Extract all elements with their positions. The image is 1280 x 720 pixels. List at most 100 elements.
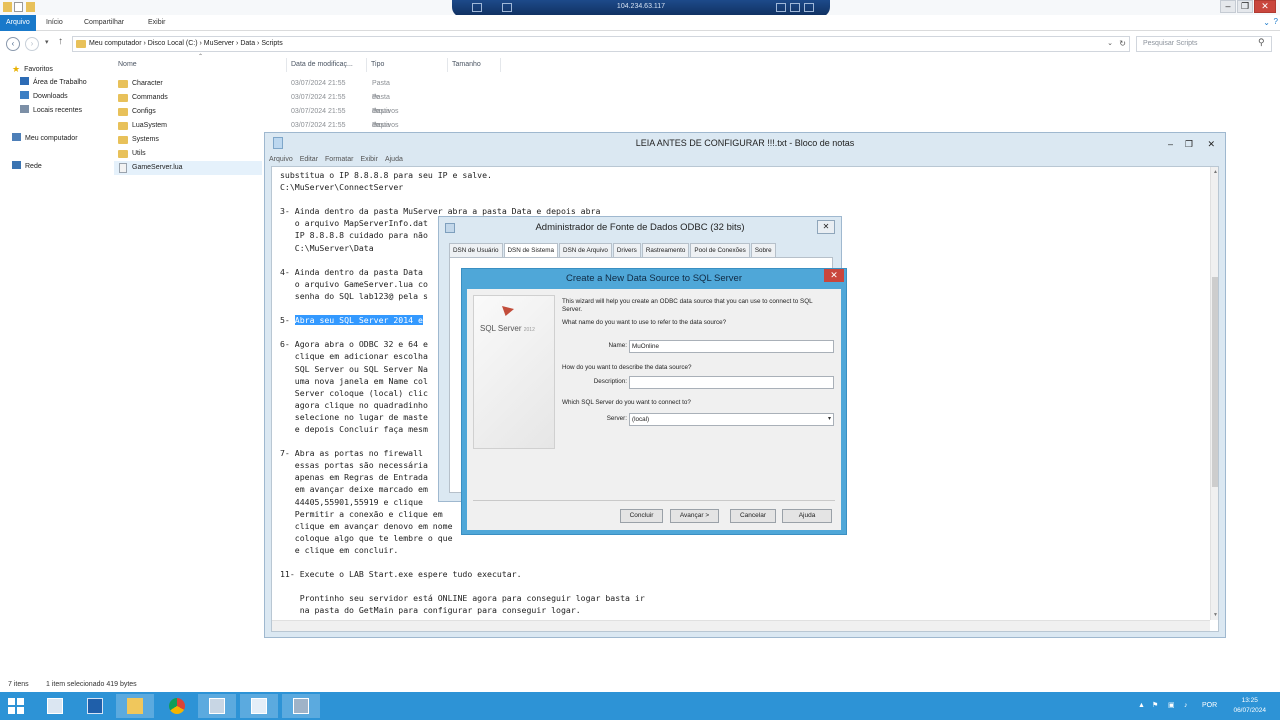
tab-exibir[interactable]: Exibir <box>142 15 172 31</box>
vertical-scrollbar[interactable]: ▲ ▼ <box>1210 167 1218 620</box>
refresh-icon[interactable]: ↻ <box>1119 37 1126 51</box>
search-input[interactable]: Pesquisar Scripts <box>1136 36 1272 52</box>
text-line <box>280 580 645 592</box>
column-date[interactable]: Data de modificaç... <box>287 58 367 72</box>
folder-icon <box>118 80 128 88</box>
clock[interactable]: 13:25 06/07/2024 <box>1233 696 1266 716</box>
close-button[interactable]: ✕ <box>1207 134 1215 154</box>
file-row-selected[interactable]: GameServer.lua <box>114 161 262 175</box>
maximize-button[interactable]: ❐ <box>1237 0 1253 13</box>
minimize-button[interactable]: – <box>1168 134 1173 154</box>
taskbar-sql-wizard[interactable] <box>282 694 320 718</box>
tab-drivers[interactable]: Drivers <box>612 243 641 257</box>
rdp-close-icon[interactable] <box>804 3 814 12</box>
rdp-minimize-icon[interactable] <box>776 3 786 12</box>
odbc-title: Administrador de Fonte de Dados ODBC (32… <box>535 222 745 233</box>
up-arrow-icon[interactable]: ↑ <box>58 36 63 47</box>
item-count: 7 itens <box>8 681 29 688</box>
tab-compartilhar[interactable]: Compartilhar <box>78 15 130 31</box>
taskbar-odbc[interactable] <box>198 694 236 718</box>
taskbar-server-manager[interactable] <box>36 694 74 718</box>
menu-arquivo[interactable]: Arquivo <box>269 153 293 166</box>
notepad-title-bar: LEIA ANTES DE CONFIGURAR !!!.txt - Bloco… <box>265 133 1225 153</box>
help-button[interactable]: Ajuda <box>782 509 832 523</box>
minimize-button[interactable]: – <box>1220 0 1236 13</box>
menu-editar[interactable]: Editar <box>300 153 318 166</box>
recent-dropdown-icon[interactable]: ▾ <box>45 38 49 46</box>
address-dropdown-icon[interactable]: ⌄ <box>1107 37 1113 51</box>
finish-button[interactable]: Concluir <box>620 509 663 523</box>
close-button[interactable]: ✕ <box>1254 0 1276 13</box>
menu-formatar[interactable]: Formatar <box>325 153 353 166</box>
search-icon[interactable]: ⚲ <box>1258 37 1265 48</box>
tab-dsn-arquivo[interactable]: DSN de Arquivo <box>559 243 612 257</box>
taskbar-notepad[interactable] <box>240 694 278 718</box>
folder-icon <box>127 698 143 714</box>
ribbon-expand-icon[interactable]: ⌄ <box>1263 18 1270 27</box>
tab-dsn-sistema[interactable]: DSN de Sistema <box>503 243 559 258</box>
logo-year: 2012 <box>523 327 535 333</box>
sidebar-item-network[interactable]: Rede <box>12 160 42 174</box>
folder-icon <box>118 136 128 144</box>
sidebar-item-downloads[interactable]: Downloads <box>20 90 68 104</box>
close-button[interactable]: ✕ <box>817 220 835 234</box>
file-row[interactable]: LuaSystem 03/07/2024 21:55 Pasta de arqu… <box>114 119 398 157</box>
pin-icon[interactable] <box>472 3 482 12</box>
name-field[interactable]: MuOnline <box>629 340 834 353</box>
file-row[interactable]: Commands 03/07/2024 21:55 Pasta de arqui… <box>114 91 398 129</box>
column-size[interactable]: Tamanho <box>448 58 501 72</box>
scroll-thumb[interactable] <box>1212 277 1218 487</box>
column-name[interactable]: Nome <box>114 58 287 72</box>
notepad-icon <box>251 698 267 714</box>
tab-inicio[interactable]: Início <box>40 15 69 31</box>
server-select[interactable]: (local) ▾ <box>629 413 834 426</box>
cancel-button[interactable]: Cancelar <box>730 509 776 523</box>
column-type[interactable]: Tipo <box>367 58 448 72</box>
chevron-down-icon[interactable]: ▾ <box>828 414 831 425</box>
scroll-down-arrow-icon[interactable]: ▼ <box>1213 612 1218 618</box>
horizontal-scrollbar[interactable] <box>272 620 1210 631</box>
address-bar[interactable]: Meu computador › Disco Local (C:) › MuSe… <box>72 36 1130 52</box>
tab-sobre[interactable]: Sobre <box>750 243 776 257</box>
help-icon[interactable]: ? <box>1274 17 1278 26</box>
forward-button[interactable]: › <box>25 37 39 51</box>
sidebar-item-computer[interactable]: Meu computador <box>12 132 78 146</box>
sidebar-label: Rede <box>25 163 42 170</box>
menu-ajuda[interactable]: Ajuda <box>385 153 403 166</box>
rdp-restore-icon[interactable] <box>790 3 800 12</box>
sidebar-item-recent[interactable]: Locais recentes <box>20 104 82 118</box>
taskbar-file-explorer[interactable] <box>116 694 154 718</box>
start-button[interactable] <box>8 698 24 714</box>
description-field[interactable] <box>629 376 834 389</box>
maximize-button[interactable]: ❐ <box>1185 134 1193 154</box>
file-row[interactable]: Configs 03/07/2024 21:55 Pasta de arquiv… <box>114 105 398 143</box>
sidebar-item-favorites[interactable]: ★ Favoritos <box>12 62 53 76</box>
taskbar-powershell[interactable] <box>76 694 114 718</box>
folder-icon <box>3 2 12 12</box>
scroll-up-arrow-icon[interactable]: ▲ <box>1213 169 1218 175</box>
tab-arquivo[interactable]: Arquivo <box>0 15 36 31</box>
back-button[interactable]: ‹ <box>6 37 20 51</box>
tab-pool[interactable]: Pool de Conexões <box>690 243 750 257</box>
file-row[interactable]: Character 03/07/2024 21:55 Pasta de arqu… <box>114 77 398 115</box>
tab-dsn-usuario[interactable]: DSN de Usuário <box>449 243 503 257</box>
input-language[interactable]: POR <box>1202 692 1217 720</box>
folder-icon <box>118 150 128 158</box>
odbc-icon <box>445 223 455 233</box>
powershell-icon <box>87 698 103 714</box>
properties-icon[interactable] <box>14 2 23 12</box>
navigation-pane: ★ Favoritos Área de Trabalho Downloads Lo… <box>0 58 112 678</box>
tab-rastreamento[interactable]: Rastreamento <box>641 243 690 257</box>
sidebar-item-desktop[interactable]: Área de Trabalho <box>20 76 87 90</box>
volume-icon[interactable]: ♪ <box>1184 692 1188 720</box>
show-hidden-icons[interactable]: ▲ <box>1138 692 1145 720</box>
close-button[interactable]: ✕ <box>824 269 844 282</box>
new-folder-icon[interactable] <box>26 2 35 12</box>
next-button[interactable]: Avançar > <box>670 509 719 523</box>
action-center-icon[interactable]: ⚑ <box>1152 692 1158 720</box>
taskbar-chrome[interactable] <box>158 694 196 718</box>
network-tray-icon[interactable]: ▣ <box>1168 692 1175 720</box>
menu-exibir[interactable]: Exibir <box>360 153 378 166</box>
name-label: Name: <box>608 342 627 349</box>
text-line: 11- Execute o LAB Start.exe espere tudo … <box>280 569 522 580</box>
